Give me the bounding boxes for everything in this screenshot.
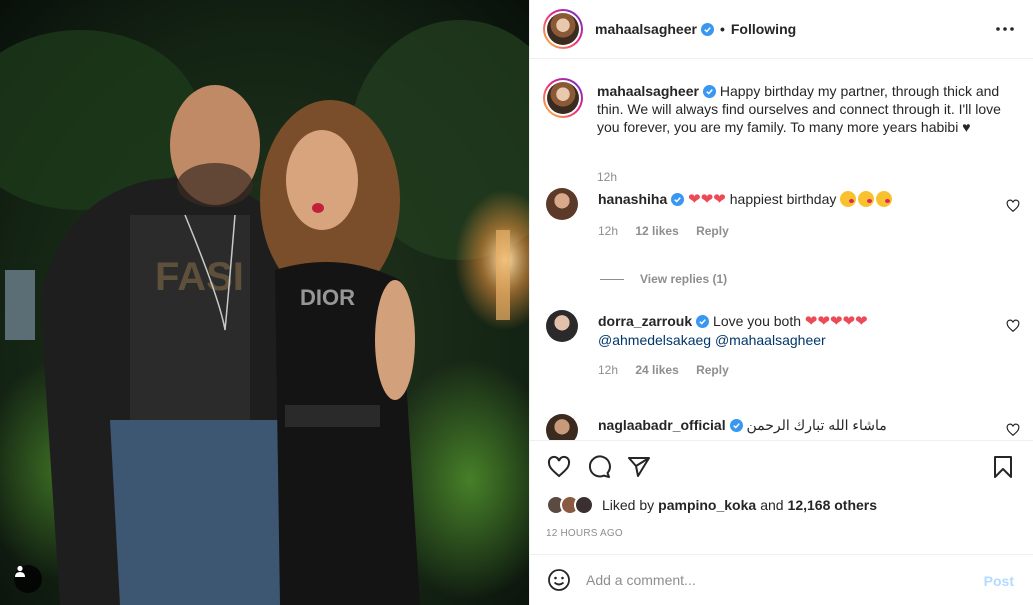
liker-avatar[interactable] <box>574 495 594 515</box>
commenter-avatar[interactable] <box>546 414 578 440</box>
bookmark-icon <box>994 456 1012 478</box>
svg-text:DIOR: DIOR <box>300 285 355 310</box>
more-options-button[interactable] <box>994 18 1016 40</box>
add-comment-input[interactable] <box>586 572 976 588</box>
more-icon <box>996 27 1014 31</box>
comment-time[interactable]: 12h <box>598 363 618 377</box>
author-username[interactable]: mahaalsagheer <box>595 21 697 37</box>
kiss-emoji-icon <box>858 191 875 207</box>
verified-badge-icon <box>671 193 685 206</box>
emoji-button[interactable] <box>546 567 572 593</box>
commenter-username[interactable]: hanashiha <box>598 191 667 207</box>
liked-by-prefix: Liked by <box>602 497 655 513</box>
comments-section[interactable]: mahaalsagheer Happy birthday my partner,… <box>530 60 1033 440</box>
commenter-username[interactable]: dorra_zarrouk <box>598 313 692 329</box>
commenter-avatar[interactable] <box>546 188 578 220</box>
verified-badge-icon <box>696 315 710 328</box>
liked-by-others[interactable]: 12,168 others <box>788 497 878 513</box>
liked-by-user[interactable]: pampino_koka <box>658 497 756 513</box>
add-comment-bar: Post <box>530 554 1033 605</box>
mention-link[interactable]: @mahaalsagheer <box>715 332 826 348</box>
kiss-emoji-icon <box>876 191 893 207</box>
paper-plane-icon <box>628 457 650 477</box>
commenter-username[interactable]: naglaabadr_official <box>598 417 726 433</box>
comment-icon <box>588 455 611 478</box>
comment-meta: 12h 24 likes Reply <box>598 363 743 377</box>
author-avatar[interactable] <box>543 9 583 49</box>
post-comment-button[interactable]: Post <box>984 573 1014 589</box>
hearts-emoji: ❤❤❤ <box>688 191 726 208</box>
liked-by-summary: Liked by pampino_koka and 12,168 others <box>546 495 877 515</box>
comment-likes[interactable]: 12 likes <box>635 224 678 238</box>
reply-button[interactable]: Reply <box>696 224 729 238</box>
save-button[interactable] <box>990 454 1016 480</box>
heart-icon <box>547 455 571 478</box>
comment-text: ماشاء الله تبارك الرحمن <box>746 417 887 433</box>
user-icon <box>15 565 25 577</box>
liked-by-and: and <box>760 497 784 513</box>
post-photo[interactable]: FASI DIOR <box>0 0 529 605</box>
caption-avatar[interactable] <box>543 78 583 118</box>
mention-link[interactable]: @ahmedelsakaeg <box>598 332 711 348</box>
verified-badge-icon <box>700 22 714 36</box>
like-comment-heart-icon[interactable] <box>1006 199 1020 213</box>
comment-likes[interactable]: 24 likes <box>635 363 678 377</box>
comment-time[interactable]: 12h <box>598 224 618 238</box>
post-photo-illustration: FASI DIOR <box>0 0 529 605</box>
like-comment-heart-icon[interactable] <box>1006 423 1020 437</box>
post-header: mahaalsagheer • Following <box>530 0 1033 59</box>
following-button[interactable]: Following <box>731 21 796 37</box>
tagged-users-button[interactable] <box>14 565 42 593</box>
verified-badge-icon <box>729 419 743 432</box>
view-replies-button[interactable]: View replies (1) <box>600 272 727 286</box>
comment-text: happiest birthday <box>729 191 837 207</box>
verified-badge-icon <box>702 85 716 98</box>
comment-meta: 12h 12 likes Reply <box>598 224 743 238</box>
view-replies-line <box>600 278 624 280</box>
caption-username[interactable]: mahaalsagheer <box>597 83 699 99</box>
like-button[interactable] <box>546 454 572 480</box>
separator-dot: • <box>719 21 725 37</box>
share-button[interactable] <box>626 454 652 480</box>
view-replies-label: View replies (1) <box>640 272 728 286</box>
post-details-panel: mahaalsagheer • Following mahaalsagheer <box>529 0 1033 605</box>
post-actions: Liked by pampino_koka and 12,168 others … <box>530 440 1033 554</box>
kiss-emoji-icon <box>840 191 857 207</box>
hearts-emoji: ❤❤❤❤❤ <box>804 313 868 330</box>
comment-text: Love you both <box>713 313 802 329</box>
reply-button[interactable]: Reply <box>696 363 729 377</box>
comment-button[interactable] <box>586 454 612 480</box>
commenter-avatar[interactable] <box>546 310 578 342</box>
caption-time[interactable]: 12h <box>597 170 617 184</box>
smiley-icon <box>548 569 570 591</box>
post-time-ago[interactable]: 12 HOURS AGO <box>546 528 623 539</box>
like-comment-heart-icon[interactable] <box>1006 319 1020 333</box>
